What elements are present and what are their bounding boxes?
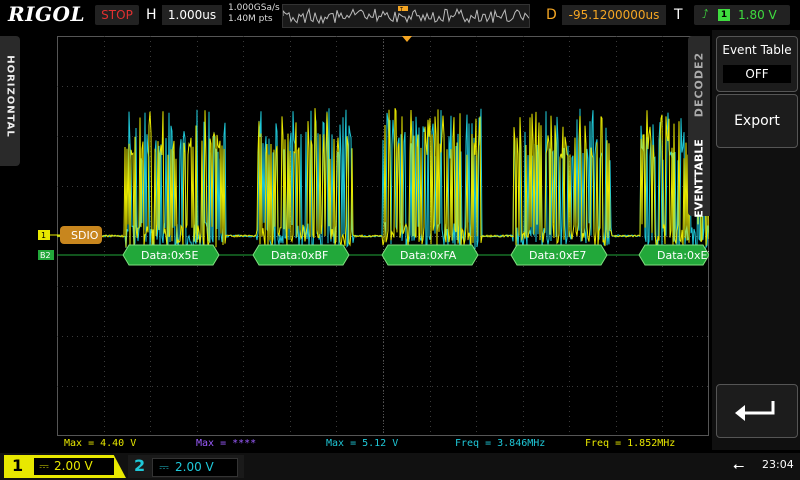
horizontal-scale[interactable]: 1.000us [162, 5, 222, 25]
decode-frame-label: Data:0xE7 [529, 249, 586, 262]
horizontal-tab-label: HORIZONTAL [4, 55, 16, 138]
dc-coupling-icon: ⎓ [159, 460, 169, 474]
ch2-status[interactable]: 2 ⎓ 2.00 V [128, 455, 244, 478]
waveform-display[interactable]: Data:0x5E Data:0xBF Data:0xFA Data:0xE7 Data… [57, 36, 709, 436]
decode-frame-label: Data:0xE7 [657, 249, 709, 262]
horizontal-label: H [146, 7, 157, 23]
delay-value[interactable]: -95.1200000us [562, 5, 666, 25]
ch1-scale-box: ⎓ 2.00 V [34, 458, 114, 475]
decode-menu-tab[interactable]: DECODE2 EVENTTABLE [688, 36, 710, 218]
acquisition-info: 1.000GSa/s 1.40M pts [228, 3, 280, 25]
horizontal-menu-tab[interactable]: HORIZONTAL [0, 36, 20, 166]
channel-status-bar: 1 ⎓ 2.00 V 2 ⎓ 2.00 V ⭠ 23:04 [0, 453, 800, 480]
memory-overview-bar[interactable]: T [282, 4, 530, 28]
event-table-button[interactable]: Event Table OFF [716, 36, 798, 92]
run-stop-button[interactable]: STOP [95, 5, 139, 25]
event-table-value: OFF [723, 65, 791, 83]
back-arrow-icon [735, 401, 775, 421]
graticule [57, 36, 709, 436]
memory-overview-waveform: T [282, 6, 530, 25]
decode-frame-label: Data:0xBF [271, 249, 328, 262]
ch2-number: 2 [134, 456, 146, 475]
sample-rate: 1.000GSa/s [228, 3, 280, 13]
trigger-settings[interactable]: ⭜ 1 1.80 V [694, 5, 790, 25]
rising-edge-icon: ⭜ [702, 7, 709, 21]
channel-markers: 1 SDIO B2 [38, 226, 102, 260]
trigger-source: 1 [718, 9, 730, 21]
bus-label-text: SDIO [71, 229, 99, 242]
measurement-ch2-max: Max = 5.12 V [326, 438, 399, 449]
ch1-marker-label: 1 [41, 231, 46, 240]
ch2-scale-box: ⎓ 2.00 V [152, 458, 238, 477]
dc-coupling-icon: ⎓ [39, 459, 49, 473]
usb-icon: ⭠ [733, 458, 745, 474]
brand-logo: RIGOL [8, 2, 86, 26]
event-table-label: Event Table [722, 43, 792, 57]
top-status-bar: RIGOL STOP H 1.000us 1.000GSa/s 1.40M pt… [0, 0, 800, 30]
decode2-tab-label: DECODE2 [692, 51, 706, 118]
clock: 23:04 [762, 458, 794, 471]
measurement-ch1-max: Max = 4.40 V [64, 438, 137, 449]
measurement-ch2-freq: Freq = 3.846MHz [455, 438, 546, 449]
export-button[interactable]: Export [716, 94, 798, 148]
measurement-ch1-freq: Freq = 1.852MHz [585, 438, 676, 449]
ch1-number: 1 [12, 456, 24, 475]
trigger-label: T [674, 7, 683, 23]
memory-depth: 1.40M pts [228, 14, 273, 24]
trigger-level: 1.80 V [738, 8, 777, 22]
ch2-scale: 2.00 V [175, 460, 214, 474]
event-table-tab-label: EVENTTABLE [692, 139, 706, 218]
measurement-math-max: Max = **** [196, 438, 257, 449]
ch1-scale: 2.00 V [54, 459, 93, 473]
decode-frame-label: Data:0xFA [400, 249, 457, 262]
trigger-position-icon [402, 36, 412, 42]
delay-label: D [546, 7, 557, 23]
ch1-status[interactable]: 1 ⎓ 2.00 V [4, 455, 126, 478]
bus-marker-label: B2 [40, 251, 51, 260]
decode-frame-label: Data:0x5E [141, 249, 198, 262]
back-button[interactable] [716, 384, 798, 438]
